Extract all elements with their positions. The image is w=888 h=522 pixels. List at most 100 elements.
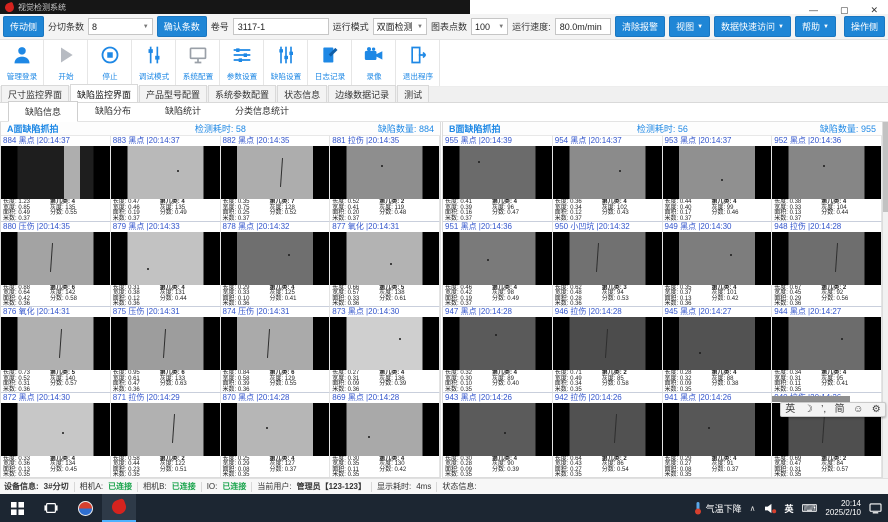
lang-cn[interactable]: 简: [835, 403, 845, 416]
stat-meter: 米数: 0.35: [555, 473, 602, 477]
taskbar-clock[interactable]: 20:14 2025/2/10: [825, 499, 861, 517]
defect-cell-950[interactable]: 950 小凹坑 |20:14:32 长度: 0.62宽度: 0.48面积: 0.2…: [553, 222, 663, 308]
defect-cell-877[interactable]: 877 氧化 |20:14:31长度: 0.66宽度: 0.57面积: 0.33…: [330, 222, 440, 308]
weather-widget[interactable]: 气温下降: [694, 501, 742, 515]
defect-cell-header: 883 黑点 |20:14:37: [111, 136, 220, 146]
action-button-play[interactable]: 开始: [44, 40, 88, 86]
tab-尺寸监控界面[interactable]: 尺寸监控界面: [1, 85, 69, 102]
defect-cell-873[interactable]: 873 黑点 |20:14:30长度: 0.27宽度: 0.31面积: 0.09…: [330, 307, 440, 393]
settings-gear-icon[interactable]: ⚙: [872, 403, 881, 416]
defect-cell-882[interactable]: 882 黑点 |20:14:35长度: 0.35宽度: 0.75面积: 0.25…: [221, 136, 331, 222]
defect-stats: 长度: 0.32宽度: 0.30面积: 0.10米数: 0.35第几类: 4灰度…: [443, 370, 552, 392]
defect-image: [221, 146, 330, 199]
punct-icon[interactable]: ’,: [821, 403, 826, 416]
maximize-button[interactable]: ▢: [840, 6, 849, 15]
action-button-system[interactable]: 系统配置: [176, 40, 220, 86]
emoji-icon[interactable]: ☺: [853, 403, 863, 416]
close-button[interactable]: ✕: [870, 6, 878, 15]
stat-score: 分数: 0.55: [50, 211, 110, 217]
run-mode-select[interactable]: 双面检测▼: [373, 18, 427, 35]
panel-b-header: B面缺陷抓拍 检测耗时: 56 缺陷数量: 955: [443, 122, 882, 136]
defect-cell-879[interactable]: 879 黑点 |20:14:33长度: 0.31宽度: 0.38面积: 0.12…: [111, 222, 221, 308]
defect-cell-872[interactable]: 872 黑点 |20:14:30长度: 0.33宽度: 0.36面积: 0.13…: [1, 393, 111, 478]
tab-测试[interactable]: 测试: [397, 85, 429, 102]
defect-cell-878[interactable]: 878 黑点 |20:14:32长度: 0.29宽度: 0.33面积: 0.10…: [221, 222, 331, 308]
defect-cell-875[interactable]: 875 压伤 |20:14:31长度: 0.95宽度: 0.61面积: 0.47…: [111, 307, 221, 393]
action-toolbar: 管理登录开始停止调试模式系统配置参数设置缺陷设置日志记录录像退出程序: [0, 40, 888, 87]
drive-side-button[interactable]: 传动侧: [3, 16, 44, 37]
defect-cell-876[interactable]: 876 氧化 |20:14:31长度: 0.73宽度: 0.52面积: 0.31…: [1, 307, 111, 393]
start-button[interactable]: [0, 494, 34, 522]
defect-cell-948[interactable]: 948 拉伤 |20:14:28长度: 0.67宽度: 0.45面积: 0.29…: [772, 222, 882, 308]
defect-cell-884[interactable]: 884 黑点 |20:14:37长度: 1.23宽度: 0.85面积: 0.49…: [1, 136, 111, 222]
taskbar-app-browser[interactable]: [68, 494, 102, 522]
defect-cell-944[interactable]: 944 黑点 |20:14:27长度: 0.34宽度: 0.31面积: 0.11…: [772, 307, 882, 393]
confirm-count-button[interactable]: 确认条数: [157, 16, 207, 37]
defect-icon: [276, 45, 296, 70]
stat-meter: 米数: 0.36: [774, 302, 821, 306]
volume-icon[interactable]: [764, 503, 777, 514]
lang-en[interactable]: 英: [785, 403, 795, 416]
action-button-stop[interactable]: 停止: [88, 40, 132, 86]
clear-alarm-button[interactable]: 清除报警: [615, 16, 665, 37]
subtab-缺陷信息[interactable]: 缺陷信息: [8, 101, 78, 122]
help-menu-button[interactable]: 帮助▼: [795, 16, 836, 37]
action-button-debug[interactable]: 调试模式: [132, 40, 176, 86]
operator-side-button[interactable]: 操作侧: [844, 16, 885, 37]
defect-cell-870[interactable]: 870 黑点 |20:14:28长度: 0.25宽度: 0.29面积: 0.08…: [221, 393, 331, 478]
action-button-params[interactable]: 参数设置: [220, 40, 264, 86]
action-button-log[interactable]: 日志记录: [308, 40, 352, 86]
defect-cell-946[interactable]: 946 拉伤 |20:14:28长度: 0.71宽度: 0.49面积: 0.34…: [553, 307, 663, 393]
defect-cell-954[interactable]: 954 黑点 |20:14:37长度: 0.36宽度: 0.34面积: 0.12…: [553, 136, 663, 222]
defect-cell-949[interactable]: 949 黑点 |20:14:30长度: 0.35宽度: 0.37面积: 0.13…: [663, 222, 773, 308]
defect-image: [443, 232, 552, 285]
defect-cell-943[interactable]: 943 黑点 |20:14:26长度: 0.30宽度: 0.28面积: 0.09…: [443, 393, 553, 478]
log-icon: [320, 45, 340, 70]
defect-cell-952[interactable]: 952 黑点 |20:14:36长度: 0.38宽度: 0.33面积: 0.13…: [772, 136, 882, 222]
defect-cell-871[interactable]: 871 拉伤 |20:14:29长度: 0.58宽度: 0.44面积: 0.23…: [111, 393, 221, 478]
moon-icon[interactable]: ☽: [804, 403, 813, 416]
subtab-缺陷统计[interactable]: 缺陷统计: [148, 100, 218, 121]
defect-cell-945[interactable]: 945 黑点 |20:14:27长度: 0.28宽度: 0.32面积: 0.09…: [663, 307, 773, 393]
chart-points-select[interactable]: 100▼: [471, 18, 508, 35]
defect-cell-942[interactable]: 942 拉伤 |20:14:26长度: 0.64宽度: 0.43面积: 0.27…: [553, 393, 663, 478]
defect-cell-874[interactable]: 874 压伤 |20:14:31长度: 0.84宽度: 0.58面积: 0.39…: [221, 307, 331, 393]
defect-cell-883[interactable]: 883 黑点 |20:14:37 长度: 0.47宽度: 0.46面积: 0.19…: [111, 136, 221, 222]
defect-cell-881[interactable]: 881 拉伤 |20:14:35长度: 0.52宽度: 0.41面积: 0.20…: [330, 136, 440, 222]
vertical-scrollbar[interactable]: [883, 122, 888, 478]
defect-cell-951[interactable]: 951 黑点 |20:14:36长度: 0.46宽度: 0.42面积: 0.19…: [443, 222, 553, 308]
action-button-record[interactable]: 录像: [352, 40, 396, 86]
defect-stats: 长度: 0.36宽度: 0.34面积: 0.12米数: 0.37第几类: 4灰度…: [553, 199, 662, 221]
defect-cell-953[interactable]: 953 黑点 |20:14:37长度: 0.44宽度: 0.40面积: 0.17…: [663, 136, 773, 222]
scrollbar-thumb[interactable]: [883, 122, 888, 212]
slit-count-select[interactable]: 8▼: [88, 18, 153, 35]
task-view-button[interactable]: [34, 494, 68, 522]
defect-cell-941[interactable]: 941 黑点 |20:14:26长度: 0.29宽度: 0.27面积: 0.08…: [663, 393, 773, 478]
camera-b-label: 相机B:: [143, 481, 167, 492]
defect-cell-947[interactable]: 947 黑点 |20:14:28长度: 0.32宽度: 0.30面积: 0.10…: [443, 307, 553, 393]
action-button-exit[interactable]: 退出程序: [396, 40, 440, 86]
action-button-user[interactable]: 管理登录: [0, 40, 44, 86]
subtab-缺陷分布[interactable]: 缺陷分布: [78, 100, 148, 121]
hidden-icons-chevron[interactable]: ∧: [750, 504, 756, 513]
defect-mark: [288, 254, 290, 256]
language-indicator[interactable]: 英: [785, 502, 794, 515]
touch-keyboard-icon[interactable]: ⌨: [802, 502, 818, 515]
subtab-分类信息统计[interactable]: 分类信息统计: [218, 100, 306, 121]
defect-cell-955[interactable]: 955 黑点 |20:14:39长度: 0.41宽度: 0.39面积: 0.16…: [443, 136, 553, 222]
action-button-defect[interactable]: 缺陷设置: [264, 40, 308, 86]
taskbar-app-vision-system[interactable]: [102, 494, 136, 522]
defect-stats: 长度: 0.62宽度: 0.48面积: 0.28米数: 0.36第几类: 3灰度…: [553, 285, 662, 307]
defect-cell-880[interactable]: 880 压伤 |20:14:35长度: 0.88宽度: 0.64面积: 0.42…: [1, 222, 111, 308]
stat-score: 分数: 0.56: [821, 297, 881, 303]
view-menu-button[interactable]: 视图▼: [669, 16, 710, 37]
data-quick-access-button[interactable]: 数据快速访问▼: [714, 16, 791, 37]
notification-tray-icon[interactable]: [869, 503, 882, 514]
roll-number-input[interactable]: 3117-1: [233, 18, 329, 35]
defect-stats: 长度: 0.47宽度: 0.46面积: 0.19米数: 0.37第几类: 4灰度…: [111, 199, 220, 221]
tab-边缘数据记录[interactable]: 边缘数据记录: [328, 85, 396, 102]
stat-meter: 米数: 0.37: [665, 217, 712, 221]
defect-cell-header: 950 小凹坑 |20:14:32: [553, 222, 662, 232]
minimize-button[interactable]: —: [809, 6, 818, 15]
defect-cell-869[interactable]: 869 黑点 |20:14:28长度: 0.30宽度: 0.35面积: 0.11…: [330, 393, 440, 478]
